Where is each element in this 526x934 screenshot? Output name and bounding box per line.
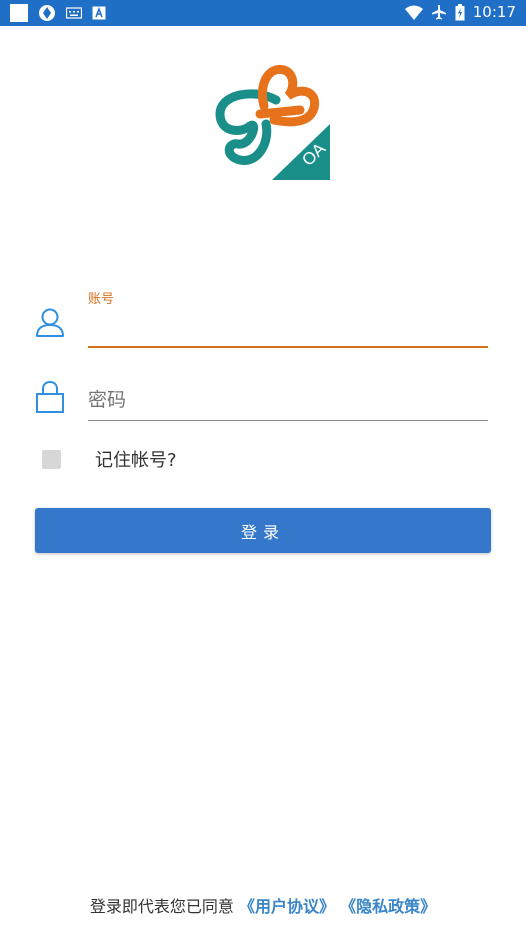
account-field[interactable]: 账号: [34, 288, 488, 350]
password-underline: [88, 420, 488, 421]
wifi-icon: [404, 5, 423, 20]
status-right-icons: 10:17: [404, 3, 516, 21]
remember-account-row[interactable]: 记住帐号?: [42, 446, 177, 472]
user-icon: [36, 308, 64, 337]
a-box-icon: [92, 6, 106, 20]
battery-icon: [455, 3, 465, 20]
status-bar: 10:17: [0, 0, 526, 26]
agreement-footer: 登录即代表您已同意 《用户协议》 《隐私政策》: [0, 893, 526, 917]
remember-label[interactable]: 记住帐号?: [95, 446, 177, 472]
account-input[interactable]: [88, 306, 488, 346]
remember-checkbox[interactable]: [42, 449, 61, 469]
agreement-prefix: 登录即代表您已同意: [89, 897, 234, 916]
oa-logo: OA: [215, 64, 330, 180]
user-agreement-link[interactable]: 《用户协议》: [239, 897, 335, 916]
password-input[interactable]: [88, 380, 488, 420]
app-square-icon: [10, 4, 28, 22]
password-field[interactable]: [34, 378, 488, 424]
account-label: 账号: [88, 292, 115, 307]
vpn-icon: [39, 5, 55, 21]
lock-icon: [36, 380, 64, 413]
keyboard-icon: [66, 7, 82, 19]
privacy-policy-link[interactable]: 《隐私政策》: [340, 897, 436, 916]
status-left-icons: [10, 4, 106, 22]
login-button[interactable]: 登录: [35, 508, 491, 553]
airplane-icon: [431, 5, 446, 20]
account-underline: [88, 346, 488, 348]
status-time: 10:17: [472, 3, 516, 21]
